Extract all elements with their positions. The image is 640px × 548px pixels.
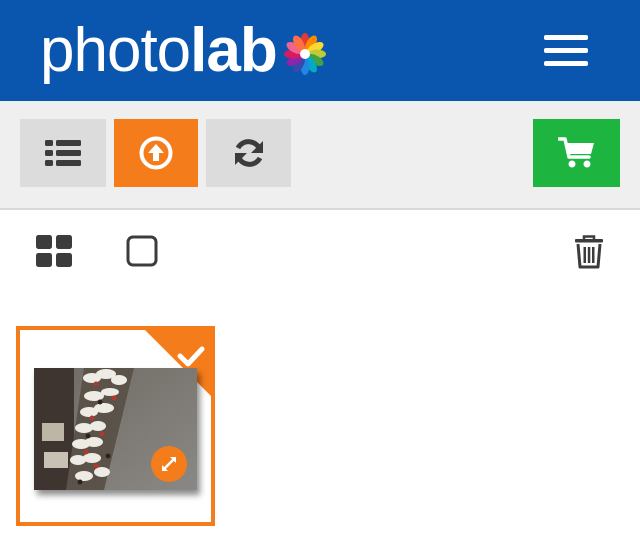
logo-text-photo: photo xyxy=(40,16,191,85)
grid-icon xyxy=(36,235,72,267)
trash-icon xyxy=(575,235,603,269)
photolab-logo[interactable]: photo lab xyxy=(40,16,329,86)
upload-icon xyxy=(139,136,173,170)
cart-button[interactable] xyxy=(533,119,620,187)
checkbox-icon xyxy=(126,235,158,267)
upload-button[interactable] xyxy=(114,119,198,187)
logo-text-lab: lab xyxy=(190,16,278,85)
list-view-button[interactable] xyxy=(20,119,106,187)
refresh-icon xyxy=(234,139,263,167)
refresh-button[interactable] xyxy=(206,119,291,187)
logo-flower-icon xyxy=(283,33,326,75)
photo-card[interactable] xyxy=(16,326,215,526)
expand-photo-button[interactable] xyxy=(151,446,187,482)
toolbar xyxy=(0,101,640,210)
app-header: photo lab xyxy=(0,0,640,101)
delete-button[interactable] xyxy=(566,230,612,274)
check-icon xyxy=(177,346,205,367)
hamburger-icon[interactable] xyxy=(536,26,596,74)
expand-icon xyxy=(162,457,176,471)
cart-icon xyxy=(557,137,594,168)
photo-actions-bar xyxy=(0,210,640,290)
grid-view-button[interactable] xyxy=(30,230,78,272)
select-all-button[interactable] xyxy=(122,230,162,272)
list-icon xyxy=(45,140,81,166)
